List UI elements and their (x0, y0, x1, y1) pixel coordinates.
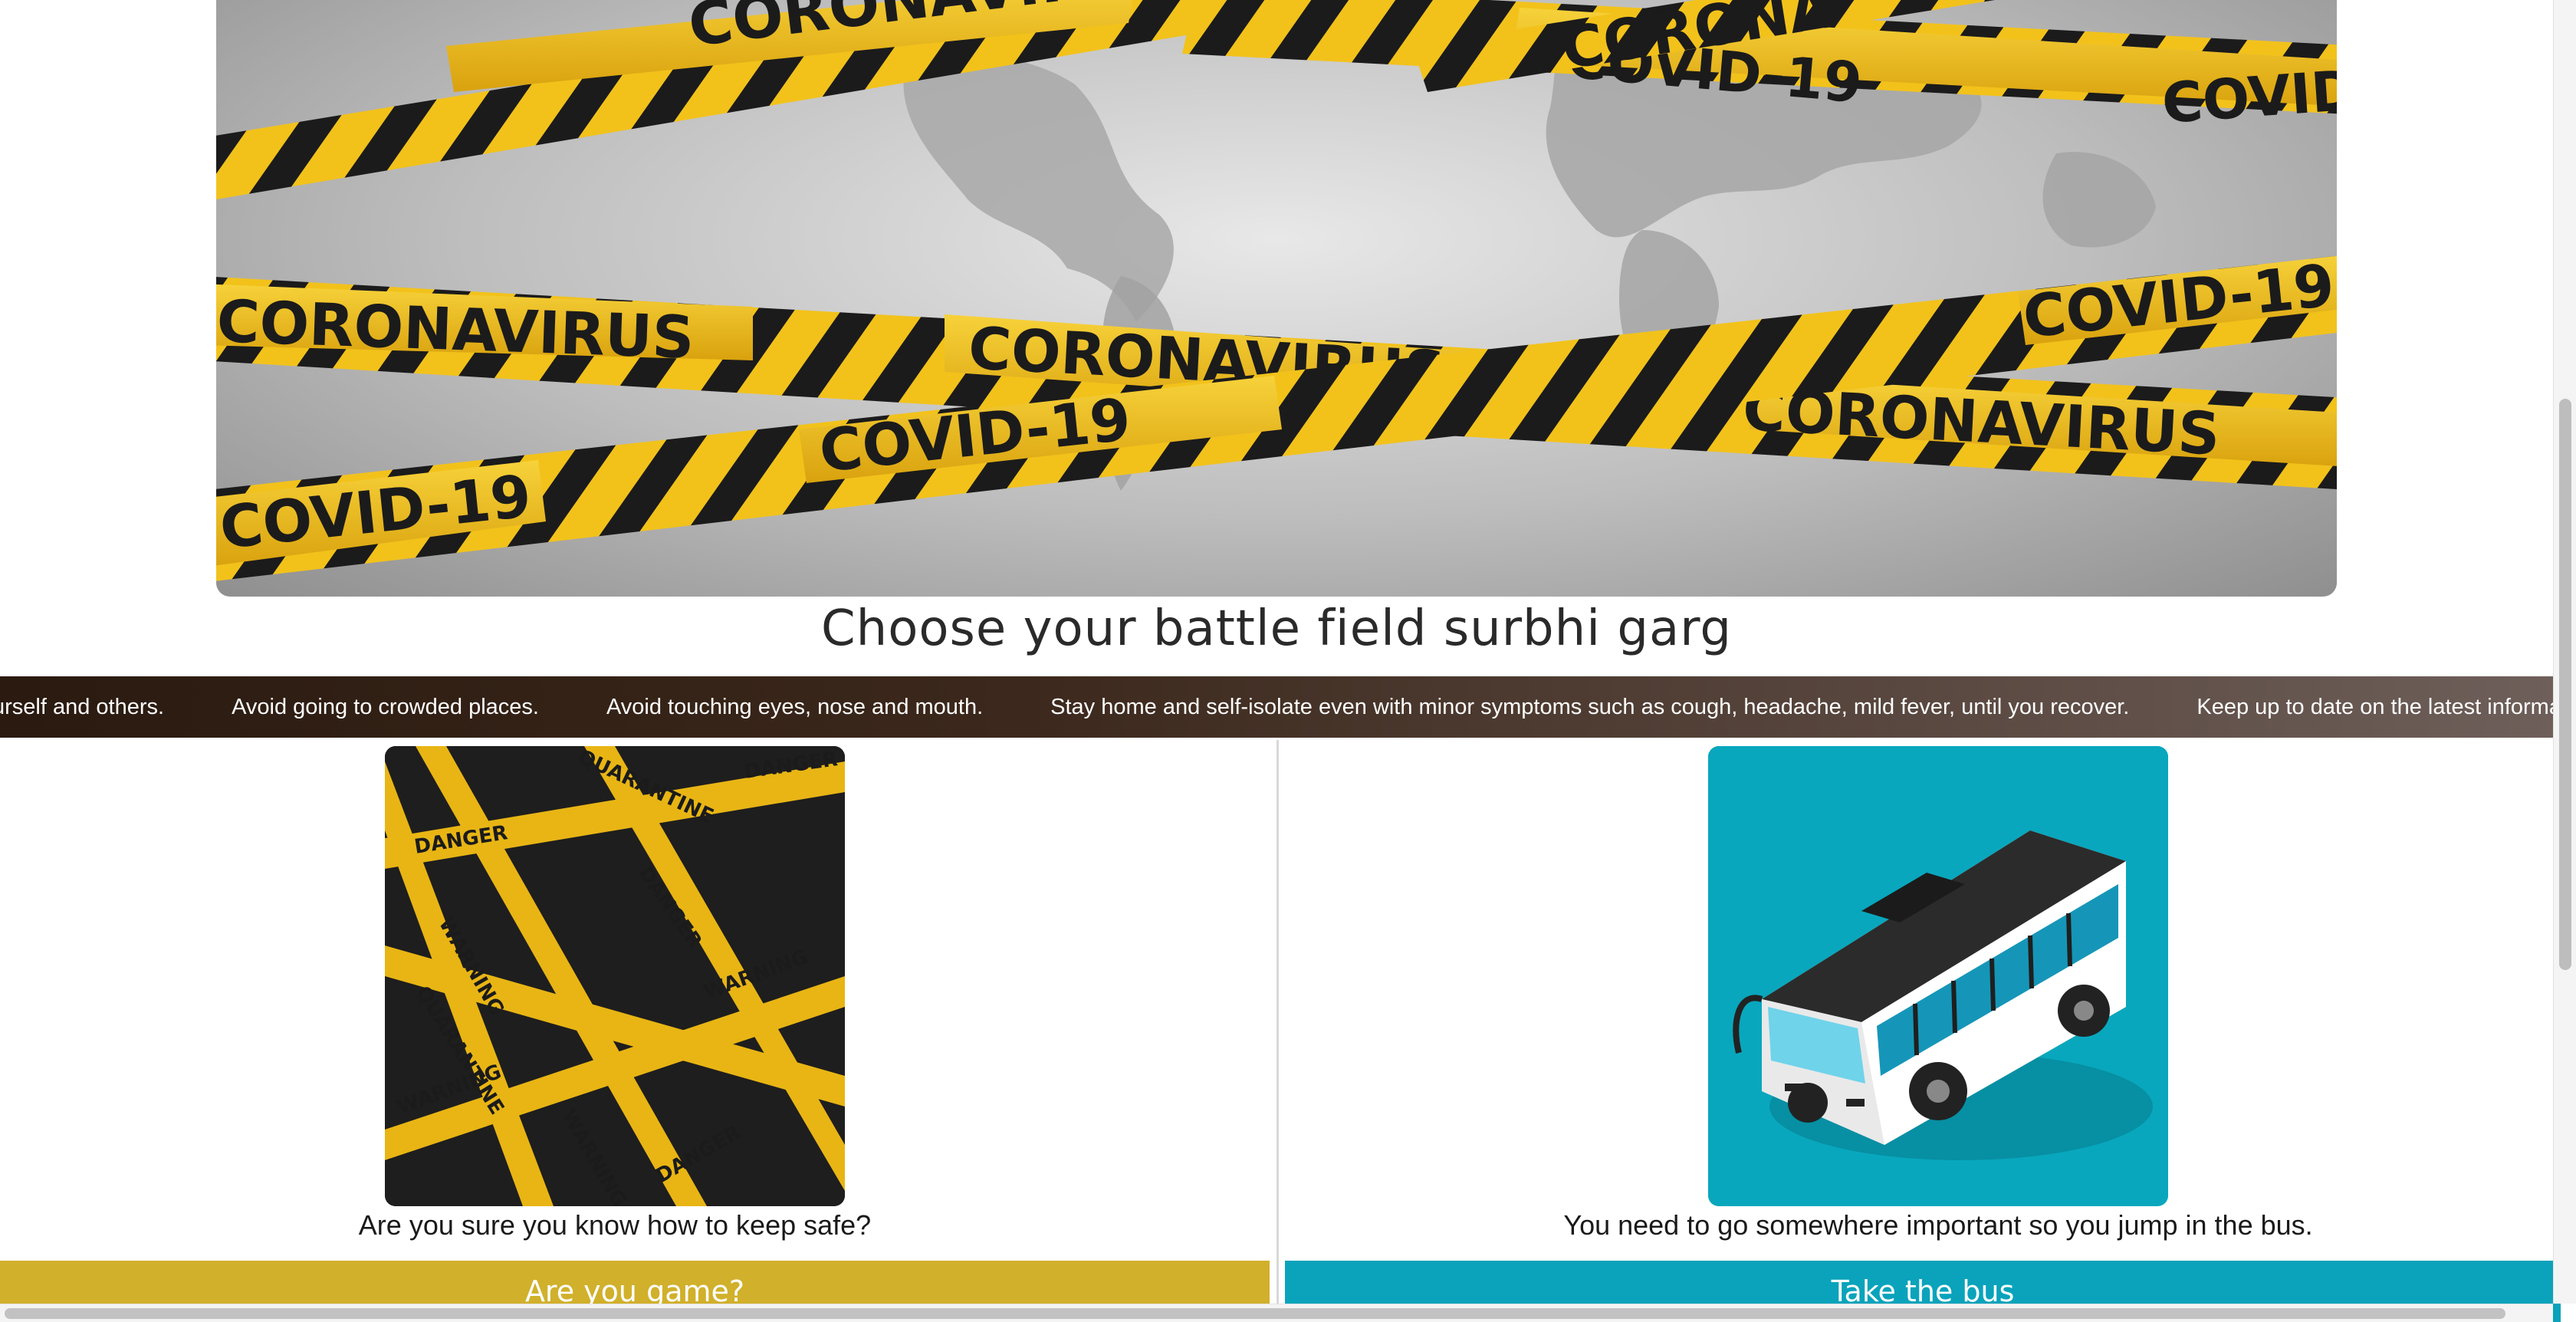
right-choice-question: You need to go somewhere important so yo… (1563, 1209, 2313, 1241)
ticker-item: urself and others. (0, 694, 165, 719)
vertical-scrollbar-thumb[interactable] (2559, 399, 2571, 970)
ticker-item: Stay home and self-isolate even with min… (1050, 694, 2130, 719)
ticker-item: Keep up to date on the latest informatio… (2196, 694, 2553, 719)
ticker-item: Avoid touching eyes, nose and mouth. (606, 694, 984, 719)
page: CORONAVIRUS COVID-19 COVID- CORONA CORON… (0, 0, 2576, 1322)
danger-tape-image: DANGER DANGER DANGER WARNING WARNING WAR… (385, 746, 845, 1206)
page-title: Choose your battle field surbhi garg (820, 600, 1733, 657)
horizontal-scrollbar-thumb[interactable] (5, 1308, 2505, 1319)
bus-image (1708, 746, 2168, 1206)
column-divider (1276, 740, 1279, 1307)
safety-tips-ticker: urself and others. Avoid going to crowde… (0, 676, 2553, 738)
ticker-track: urself and others. Avoid going to crowde… (0, 676, 2553, 738)
hero-banner-image: CORONAVIRUS COVID-19 COVID- CORONA CORON… (216, 0, 2337, 597)
hero-covid-tape-illustration: CORONAVIRUS COVID-19 COVID- CORONA CORON… (216, 0, 2337, 581)
ticker-item: Avoid going to crowded places. (232, 694, 539, 719)
left-choice-question: Are you sure you know how to keep safe? (358, 1209, 872, 1241)
vertical-scrollbar[interactable] (2553, 0, 2576, 1304)
horizontal-scrollbar[interactable] (0, 1304, 2553, 1322)
